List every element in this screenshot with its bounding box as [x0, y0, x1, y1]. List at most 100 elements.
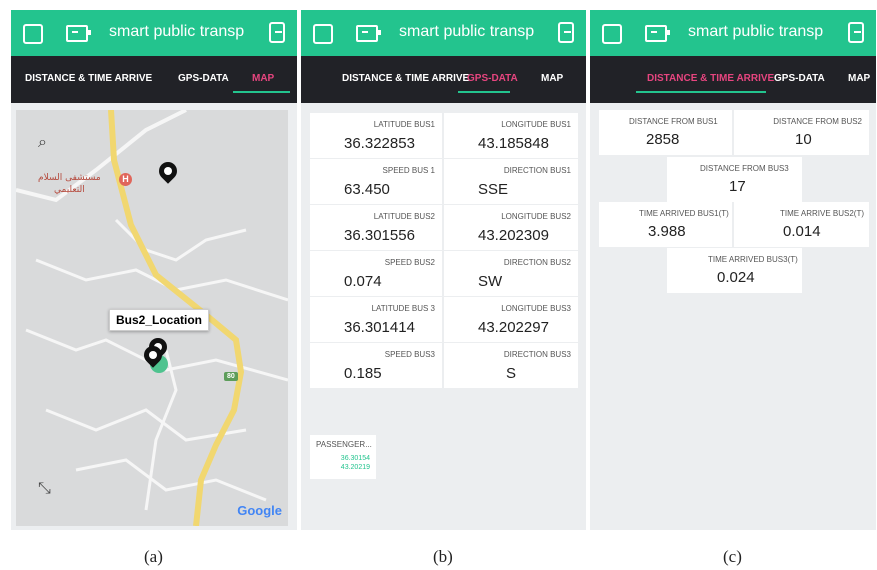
exit-icon[interactable]: [558, 22, 574, 43]
passenger-longitude: 43.20219: [340, 464, 370, 471]
tab-map[interactable]: MAP: [848, 73, 870, 84]
gps-data-screen: smart public transp DISTANCE & TIME ARRI…: [301, 10, 586, 530]
app-header: smart public transp: [590, 10, 876, 56]
card-value: SSE: [478, 181, 509, 198]
menu-square-icon[interactable]: [602, 24, 622, 44]
card-label: LATITUDE BUS2: [373, 212, 435, 221]
app-title: smart public transp: [399, 23, 535, 40]
tab-bar: DISTANCE & TIME ARRIVE GPS-DATA MAP: [11, 56, 297, 103]
card-label: TIME ARRIVE BUS2(T): [779, 209, 864, 218]
app-title: smart public transp: [109, 23, 245, 40]
card-value: 36.301556: [344, 227, 415, 244]
card-value: 43.185848: [478, 135, 549, 152]
gps-card: SPEED BUS 1 63.450: [310, 159, 442, 204]
caption-a: (a): [144, 547, 163, 566]
card-label: TIME ARRIVED BUS3(T): [708, 255, 798, 264]
card-label: DISTANCE FROM BUS3: [700, 164, 789, 173]
gps-card: LATITUDE BUS2 36.301556: [310, 205, 442, 250]
gps-card: SPEED BUS2 0.074: [310, 251, 442, 296]
tab-gps-data[interactable]: GPS-DATA: [178, 73, 229, 84]
tab-bar: DISTANCE & TIME ARRIVE GPS-DATA MAP: [590, 56, 876, 103]
card-label: LATITUDE BUS 3: [371, 304, 435, 313]
card-label: LONGITUDE BUS2: [501, 212, 571, 221]
active-tab-underline: [636, 91, 766, 93]
card-label: LONGITUDE BUS3: [501, 304, 571, 313]
card-value: 36.301414: [344, 319, 415, 336]
tab-distance[interactable]: DISTANCE & TIME ARRIVE: [342, 73, 469, 84]
gps-card: SPEED BUS3 0.185: [310, 343, 442, 388]
tab-bar: DISTANCE & TIME ARRIVE GPS-DATA MAP: [301, 56, 586, 103]
gps-card: DIRECTION BUS2 SW: [444, 251, 578, 296]
card-label: LONGITUDE BUS1: [501, 120, 571, 129]
card-label: SPEED BUS2: [384, 258, 435, 267]
card-label: SPEED BUS3: [384, 350, 435, 359]
road-shield: 80: [224, 372, 238, 381]
tab-gps-data[interactable]: GPS-DATA: [774, 73, 825, 84]
gps-card: DIRECTION BUS3 S: [444, 343, 578, 388]
card-value: 3.988: [648, 223, 686, 240]
gps-card: LATITUDE BUS 3 36.301414: [310, 297, 442, 342]
card-value: 0.185: [344, 365, 382, 382]
distance-card: DISTANCE FROM BUS3 17: [667, 157, 802, 202]
hospital-name: مستشفى السلام: [38, 173, 101, 183]
caption-c: (c): [723, 547, 742, 566]
device-icon[interactable]: [645, 25, 670, 42]
distance-card: DISTANCE FROM BUS2 10: [734, 110, 869, 155]
tab-distance[interactable]: DISTANCE & TIME ARRIVE: [25, 73, 152, 84]
card-value: 63.450: [344, 181, 390, 198]
device-icon[interactable]: [356, 25, 381, 42]
card-value: 43.202297: [478, 319, 549, 336]
menu-square-icon[interactable]: [313, 24, 333, 44]
passenger-latitude: 36.30154: [340, 455, 370, 462]
passenger-card[interactable]: PASSENGER... 36.30154 43.20219: [310, 435, 376, 479]
active-tab-underline: [233, 91, 290, 93]
gps-card: LONGITUDE BUS1 43.185848: [444, 113, 578, 158]
tab-map[interactable]: MAP: [541, 73, 563, 84]
hospital-subtitle: التعليمي: [54, 185, 85, 195]
distance-time-screen: smart public transp DISTANCE & TIME ARRI…: [590, 10, 876, 530]
card-value: 0.074: [344, 273, 382, 290]
tab-distance[interactable]: DISTANCE & TIME ARRIVE: [647, 73, 774, 84]
card-label: DISTANCE FROM BUS2: [773, 117, 862, 126]
card-label: DIRECTION BUS3: [503, 350, 571, 359]
tab-gps-data[interactable]: GPS-DATA: [467, 73, 518, 84]
active-tab-underline: [458, 91, 510, 93]
tab-map[interactable]: MAP: [252, 73, 274, 84]
card-value: S: [506, 365, 517, 382]
card-value: SW: [478, 273, 503, 290]
card-label: DISTANCE FROM BUS1: [629, 117, 718, 126]
exit-icon[interactable]: [269, 22, 285, 43]
card-label: DIRECTION BUS2: [503, 258, 571, 267]
exit-icon[interactable]: [848, 22, 864, 43]
card-label: SPEED BUS 1: [382, 166, 435, 175]
time-card: TIME ARRIVE BUS2(T) 0.014: [734, 202, 869, 247]
collapse-arrows-icon[interactable]: ⤡: [38, 480, 51, 498]
caption-b: (b): [433, 547, 453, 566]
app-title: smart public transp: [688, 23, 824, 40]
passenger-label: PASSENGER...: [316, 440, 372, 449]
card-label: DIRECTION BUS1: [503, 166, 571, 175]
time-card: TIME ARRIVED BUS1(T) 3.988: [599, 202, 732, 247]
map-view[interactable]: ⌕ H مستشفى السلام التعليمي Bus2_Location…: [16, 110, 288, 526]
card-value: 10: [795, 131, 812, 148]
gps-card: LONGITUDE BUS3 43.202297: [444, 297, 578, 342]
time-card: TIME ARRIVED BUS3(T) 0.024: [667, 248, 802, 293]
distance-card: DISTANCE FROM BUS1 2858: [599, 110, 732, 155]
card-value: 0.024: [717, 269, 755, 286]
gps-card: DIRECTION BUS1 SSE: [444, 159, 578, 204]
menu-square-icon[interactable]: [23, 24, 43, 44]
gps-card: LONGITUDE BUS2 43.202309: [444, 205, 578, 250]
card-value: 43.202309: [478, 227, 549, 244]
gps-card: LATITUDE BUS1 36.322853: [310, 113, 442, 158]
google-logo: Google: [237, 503, 282, 518]
hospital-icon: H: [119, 173, 132, 186]
bus2-location-label: Bus2_Location: [109, 309, 210, 331]
app-header: smart public transp: [11, 10, 297, 56]
app-header: smart public transp: [301, 10, 586, 56]
map-search-icon[interactable]: ⌕: [38, 134, 47, 152]
card-value: 36.322853: [344, 135, 415, 152]
card-value: 17: [729, 178, 746, 195]
device-icon[interactable]: [66, 25, 91, 42]
card-label: LATITUDE BUS1: [373, 120, 435, 129]
map-screen: smart public transp DISTANCE & TIME ARRI…: [11, 10, 297, 530]
